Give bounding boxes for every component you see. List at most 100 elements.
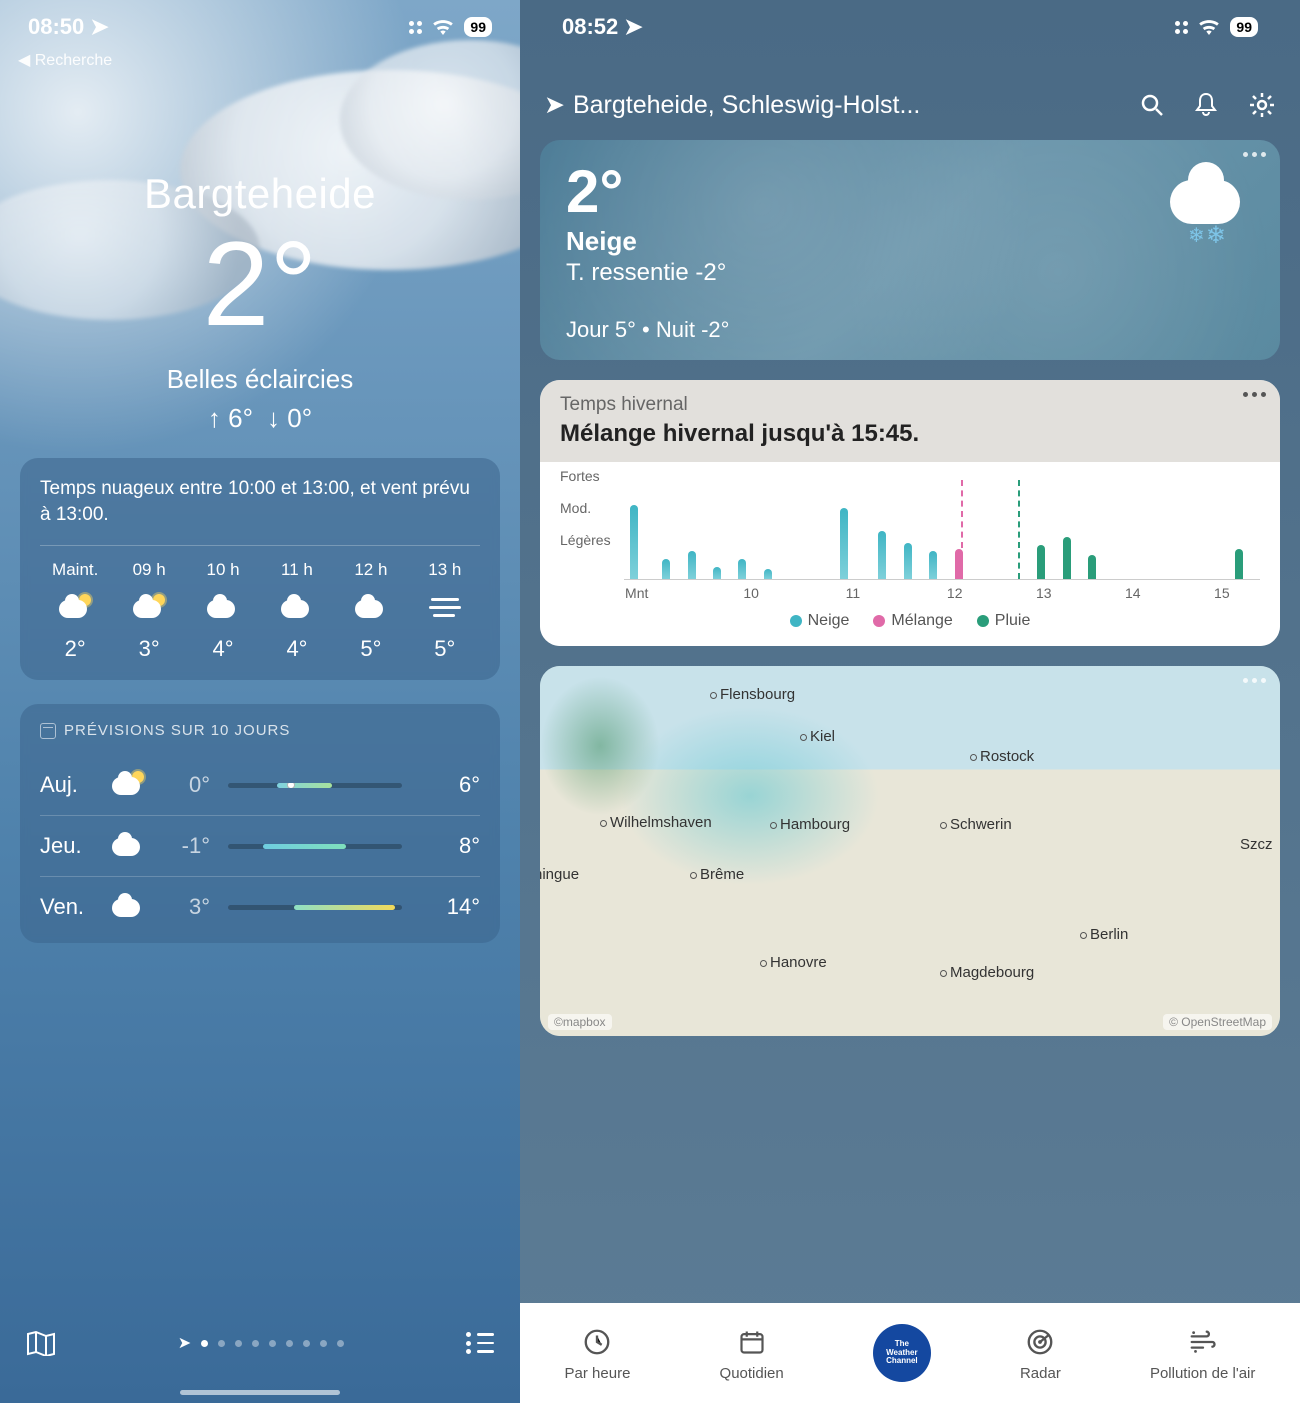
map-city-label: Schwerin bbox=[940, 816, 1012, 833]
calendar-icon bbox=[735, 1325, 769, 1359]
hourly-item[interactable]: Maint.2° bbox=[40, 560, 110, 662]
hourly-item[interactable]: 11 h4° bbox=[262, 560, 332, 662]
battery-indicator: 99 bbox=[1230, 17, 1258, 37]
chart-bar bbox=[1088, 555, 1096, 579]
map-attribution: © OpenStreetMap bbox=[1163, 1014, 1272, 1030]
card-menu-icon[interactable] bbox=[1243, 392, 1266, 397]
tab-daily[interactable]: Quotidien bbox=[720, 1325, 784, 1382]
map-city-label: Hanovre bbox=[760, 954, 827, 971]
calendar-icon bbox=[40, 723, 56, 739]
weather-channel-app: 08:52 ➤ 99 ➤ Bargteheide, Schleswig-Hols… bbox=[520, 0, 1300, 1403]
hourly-row[interactable]: Maint.2°09 h3°10 h4°11 h4° 12 h 5° 13 h 5° bbox=[40, 545, 480, 662]
card-menu-icon[interactable] bbox=[1243, 678, 1266, 683]
page-dot[interactable] bbox=[303, 1340, 310, 1347]
location-arrow-icon: ➤ bbox=[544, 90, 565, 120]
location-button[interactable]: ➤ Bargteheide, Schleswig-Holst... bbox=[544, 90, 1140, 120]
hour-temp: 5° bbox=[360, 636, 381, 662]
tab-hourly[interactable]: Par heure bbox=[565, 1325, 631, 1382]
cellular-icon bbox=[409, 21, 422, 34]
ios-weather-app: 08:50 ➤ 99 ◀ Recherche Bargteheide 2° Be… bbox=[0, 0, 520, 1403]
day-low: -1° bbox=[150, 833, 210, 859]
gear-icon[interactable] bbox=[1248, 91, 1276, 119]
weather-channel-logo: TheWeatherChannel bbox=[873, 1324, 931, 1382]
hourly-item[interactable]: 10 h4° bbox=[188, 560, 258, 662]
legend-item: Pluie bbox=[977, 612, 1031, 630]
page-dot[interactable] bbox=[218, 1340, 225, 1347]
ten-day-card[interactable]: PRÉVISIONS SUR 10 JOURS Auj.0°6°Jeu.-1°8… bbox=[20, 704, 500, 943]
radar-map-card[interactable]: FlensbourgKielRostockWilhelmshavenHambou… bbox=[540, 666, 1280, 1036]
hour-temp: 2° bbox=[65, 636, 86, 662]
list-icon[interactable] bbox=[466, 1332, 494, 1354]
page-indicator[interactable]: ➤ bbox=[178, 1333, 344, 1353]
hour-label: 09 h bbox=[133, 560, 166, 580]
x-tick-label: 14 bbox=[1125, 585, 1141, 601]
tab-radar[interactable]: Radar bbox=[1020, 1325, 1061, 1382]
scroll-area[interactable]: 2° Neige T. ressentie -2° Jour 5° • Nuit… bbox=[540, 140, 1280, 1303]
daily-rows: Auj.0°6°Jeu.-1°8°Ven.3°14° bbox=[40, 755, 480, 937]
hour-label: 13 h bbox=[428, 560, 461, 580]
battery-indicator: 99 bbox=[464, 17, 492, 37]
time-text: 08:50 bbox=[28, 14, 84, 40]
daily-row[interactable]: Jeu.-1°8° bbox=[40, 815, 480, 876]
winter-header: Temps hivernal Mélange hivernal jusqu'à … bbox=[540, 380, 1280, 462]
location-arrow-icon: ➤ bbox=[90, 14, 108, 40]
tab-label: Par heure bbox=[565, 1365, 631, 1382]
x-tick-label: 11 bbox=[846, 585, 861, 601]
page-dot[interactable] bbox=[269, 1340, 276, 1347]
precipitation-overlay bbox=[540, 676, 660, 816]
chart-bar bbox=[878, 531, 886, 579]
day-night: Jour 5° • Nuit -2° bbox=[566, 317, 1254, 343]
chart-plot-area: Mnt101112131415 bbox=[624, 480, 1260, 580]
daily-row[interactable]: Ven.3°14° bbox=[40, 876, 480, 937]
map-icon[interactable] bbox=[26, 1330, 56, 1356]
map-city-label: Kiel bbox=[800, 728, 835, 745]
hourly-item[interactable]: 12 h 5° bbox=[336, 560, 406, 662]
x-tick-label: 10 bbox=[743, 585, 759, 601]
day-label: Auj. bbox=[40, 772, 110, 798]
search-icon[interactable] bbox=[1140, 93, 1164, 117]
precipitation-chart: FortesMod.Légères Mnt101112131415 NeigeM… bbox=[540, 462, 1280, 646]
daily-row[interactable]: Auj.0°6° bbox=[40, 755, 480, 815]
map-city-label: Flensbourg bbox=[710, 686, 795, 703]
status-time: 08:52 ➤ bbox=[562, 14, 643, 40]
hourly-item[interactable]: 13 h 5° bbox=[410, 560, 480, 662]
tab-home[interactable]: TheWeatherChannel bbox=[873, 1324, 931, 1382]
chart-bar bbox=[688, 551, 696, 579]
hourly-item[interactable]: 09 h3° bbox=[114, 560, 184, 662]
hour-temp: 5° bbox=[434, 636, 455, 662]
tab-label: Radar bbox=[1020, 1365, 1061, 1382]
page-dot[interactable] bbox=[252, 1340, 259, 1347]
map-city-label: Rostock bbox=[970, 748, 1034, 765]
low-temp: ↓ 0° bbox=[267, 403, 312, 434]
bell-icon[interactable] bbox=[1194, 92, 1218, 118]
feels-like: T. ressentie -2° bbox=[566, 259, 1254, 287]
home-indicator[interactable] bbox=[180, 1390, 340, 1395]
legend-item: Neige bbox=[790, 612, 850, 630]
tab-label: Quotidien bbox=[720, 1365, 784, 1382]
map-city-label: Wilhelmshaven bbox=[600, 814, 712, 831]
x-tick-label: 15 bbox=[1214, 585, 1230, 601]
hero-condition: Neige bbox=[566, 226, 1254, 257]
page-dot[interactable] bbox=[201, 1340, 208, 1347]
page-dot[interactable] bbox=[320, 1340, 327, 1347]
card-menu-icon[interactable] bbox=[1243, 152, 1266, 157]
status-icons: 99 bbox=[409, 17, 492, 37]
y-axis-labels: FortesMod.Légères bbox=[560, 468, 611, 548]
bottom-toolbar: ➤ bbox=[0, 1313, 520, 1373]
chart-bar bbox=[630, 505, 638, 579]
city-name: Bargteheide bbox=[0, 170, 520, 218]
hourly-forecast-card[interactable]: Temps nuageux entre 10:00 et 13:00, et v… bbox=[20, 458, 500, 680]
page-dot[interactable] bbox=[337, 1340, 344, 1347]
tab-air-quality[interactable]: Pollution de l'air bbox=[1150, 1325, 1255, 1382]
winter-label: Temps hivernal bbox=[560, 394, 1260, 416]
page-dot[interactable] bbox=[235, 1340, 242, 1347]
page-dot[interactable] bbox=[286, 1340, 293, 1347]
winter-weather-card[interactable]: Temps hivernal Mélange hivernal jusqu'à … bbox=[540, 380, 1280, 646]
chart-bar bbox=[929, 551, 937, 579]
forecast-summary: Temps nuageux entre 10:00 et 13:00, et v… bbox=[40, 476, 480, 527]
day-low: 3° bbox=[150, 894, 210, 920]
current-conditions-card[interactable]: 2° Neige T. ressentie -2° Jour 5° • Nuit… bbox=[540, 140, 1280, 360]
back-to-search[interactable]: ◀ Recherche bbox=[18, 50, 112, 70]
wind-icon bbox=[1186, 1325, 1220, 1359]
hour-label: 12 h bbox=[354, 560, 387, 580]
